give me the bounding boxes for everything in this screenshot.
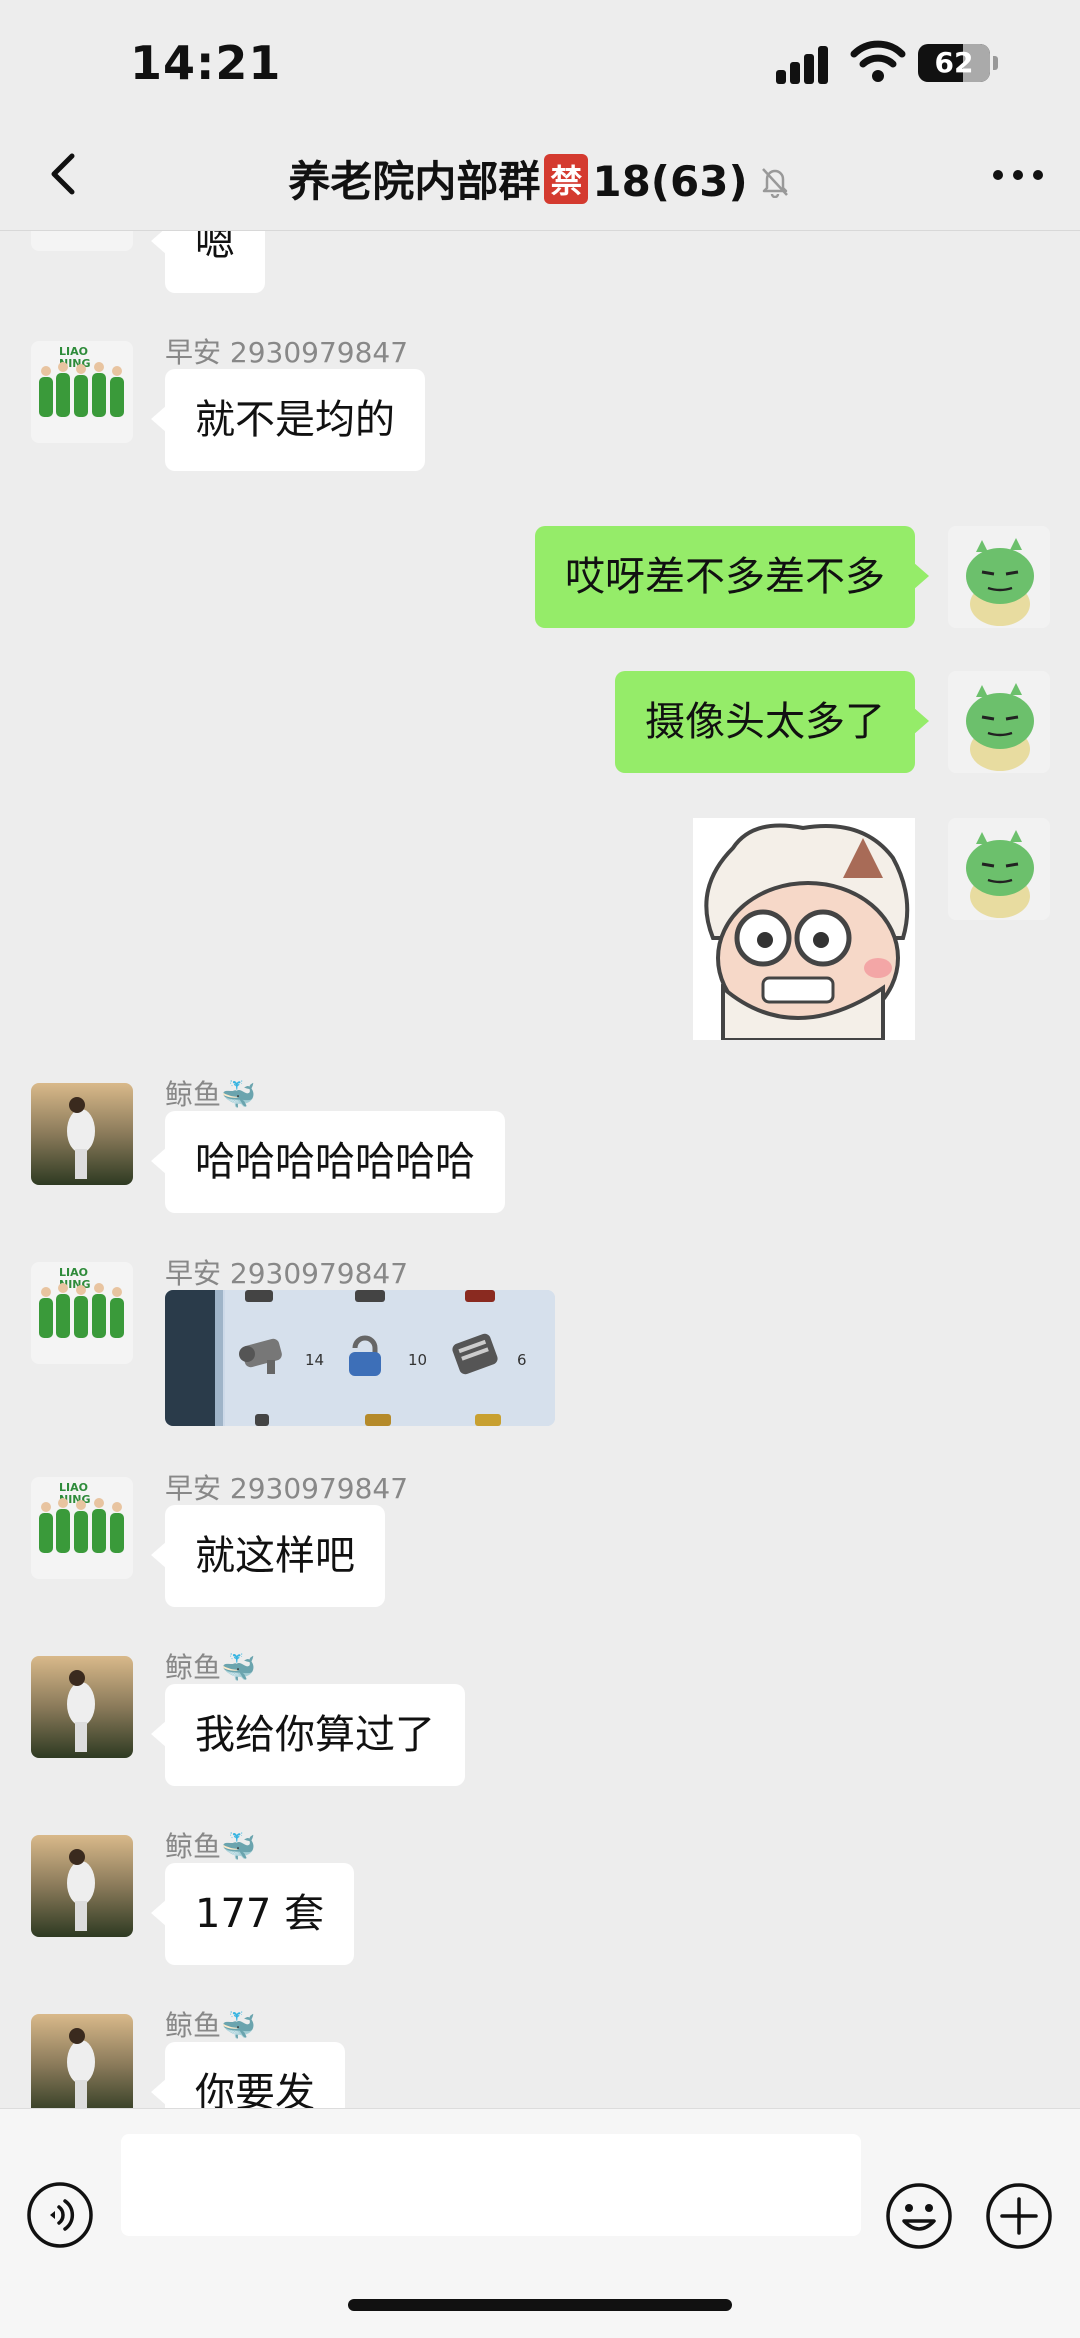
sender-name: 早安 2930979847: [165, 1472, 409, 1505]
sender-name: 鲸鱼🐳: [165, 1078, 256, 1111]
sender-name: 早安 2930979847: [165, 1257, 409, 1290]
message-bubble[interactable]: 哈哈哈哈哈哈哈: [151, 1111, 505, 1213]
message-bubble[interactable]: 你要发: [151, 2042, 345, 2108]
avatar[interactable]: LIAO NING: [31, 341, 133, 443]
avatar[interactable]: [31, 1083, 133, 1185]
forbidden-badge: 禁: [544, 154, 589, 204]
message-bubble[interactable]: 就这样吧: [151, 1505, 385, 1607]
sender-name: 鲸鱼🐳: [165, 1830, 256, 1863]
message-bubble[interactable]: 就不是均的: [151, 369, 425, 471]
message-bubble[interactable]: 哎呀差不多差不多: [535, 526, 929, 628]
avatar[interactable]: [948, 671, 1050, 773]
sender-name: 鲸鱼🐳: [165, 2009, 256, 2042]
avatar[interactable]: [31, 2014, 133, 2108]
sender-name: 鲸鱼🐳: [165, 1651, 256, 1684]
input-bar: [0, 2108, 1080, 2338]
shared-image[interactable]: 14 10 6: [165, 1290, 555, 1426]
image-label: 14: [305, 1351, 324, 1369]
sender-name: 早安 2930979847: [165, 336, 409, 369]
status-time: 14:21: [130, 36, 282, 90]
avatar[interactable]: [948, 818, 1050, 920]
sticker-image[interactable]: [693, 818, 915, 1040]
mute-bell-icon: [761, 168, 788, 198]
avatar[interactable]: [948, 526, 1050, 628]
chat-title[interactable]: 养老院内部群禁 18(63): [0, 148, 1080, 209]
message-bubble[interactable]: 我给你算过了: [151, 1684, 465, 1786]
voice-icon[interactable]: [26, 2181, 94, 2249]
avatar[interactable]: [31, 1835, 133, 1937]
member-count: 18(63): [592, 157, 748, 206]
avatar[interactable]: [31, 231, 133, 251]
avatar[interactable]: [31, 1656, 133, 1758]
message-bubble[interactable]: 嗯: [151, 231, 265, 293]
plus-icon[interactable]: [984, 2181, 1054, 2251]
image-label: 6: [517, 1351, 527, 1369]
home-indicator[interactable]: [348, 2299, 732, 2311]
emoji-icon[interactable]: [884, 2181, 954, 2251]
status-bar: 14:21 62: [0, 0, 1080, 120]
chat-header: 养老院内部群禁 18(63): [0, 120, 1080, 231]
message-bubble[interactable]: 摄像头太多了: [615, 671, 929, 773]
wifi-icon: [850, 40, 906, 82]
battery-level: 62: [934, 46, 974, 79]
message-list[interactable]: 嗯 LIAO NING 早安 2930979847 就不是均的 哎呀差不多差不多 …: [0, 231, 1080, 2108]
avatar[interactable]: LIAO NING: [31, 1477, 133, 1579]
battery-icon: 62: [918, 44, 998, 82]
message-input[interactable]: [121, 2134, 861, 2236]
avatar[interactable]: LIAO NING: [31, 1262, 133, 1364]
group-name: 养老院内部群: [288, 157, 541, 206]
more-icon[interactable]: [988, 160, 1048, 190]
message-bubble[interactable]: 177 套: [150, 1863, 355, 1965]
image-label: 10: [408, 1351, 427, 1369]
cellular-signal-icon: [776, 44, 836, 84]
